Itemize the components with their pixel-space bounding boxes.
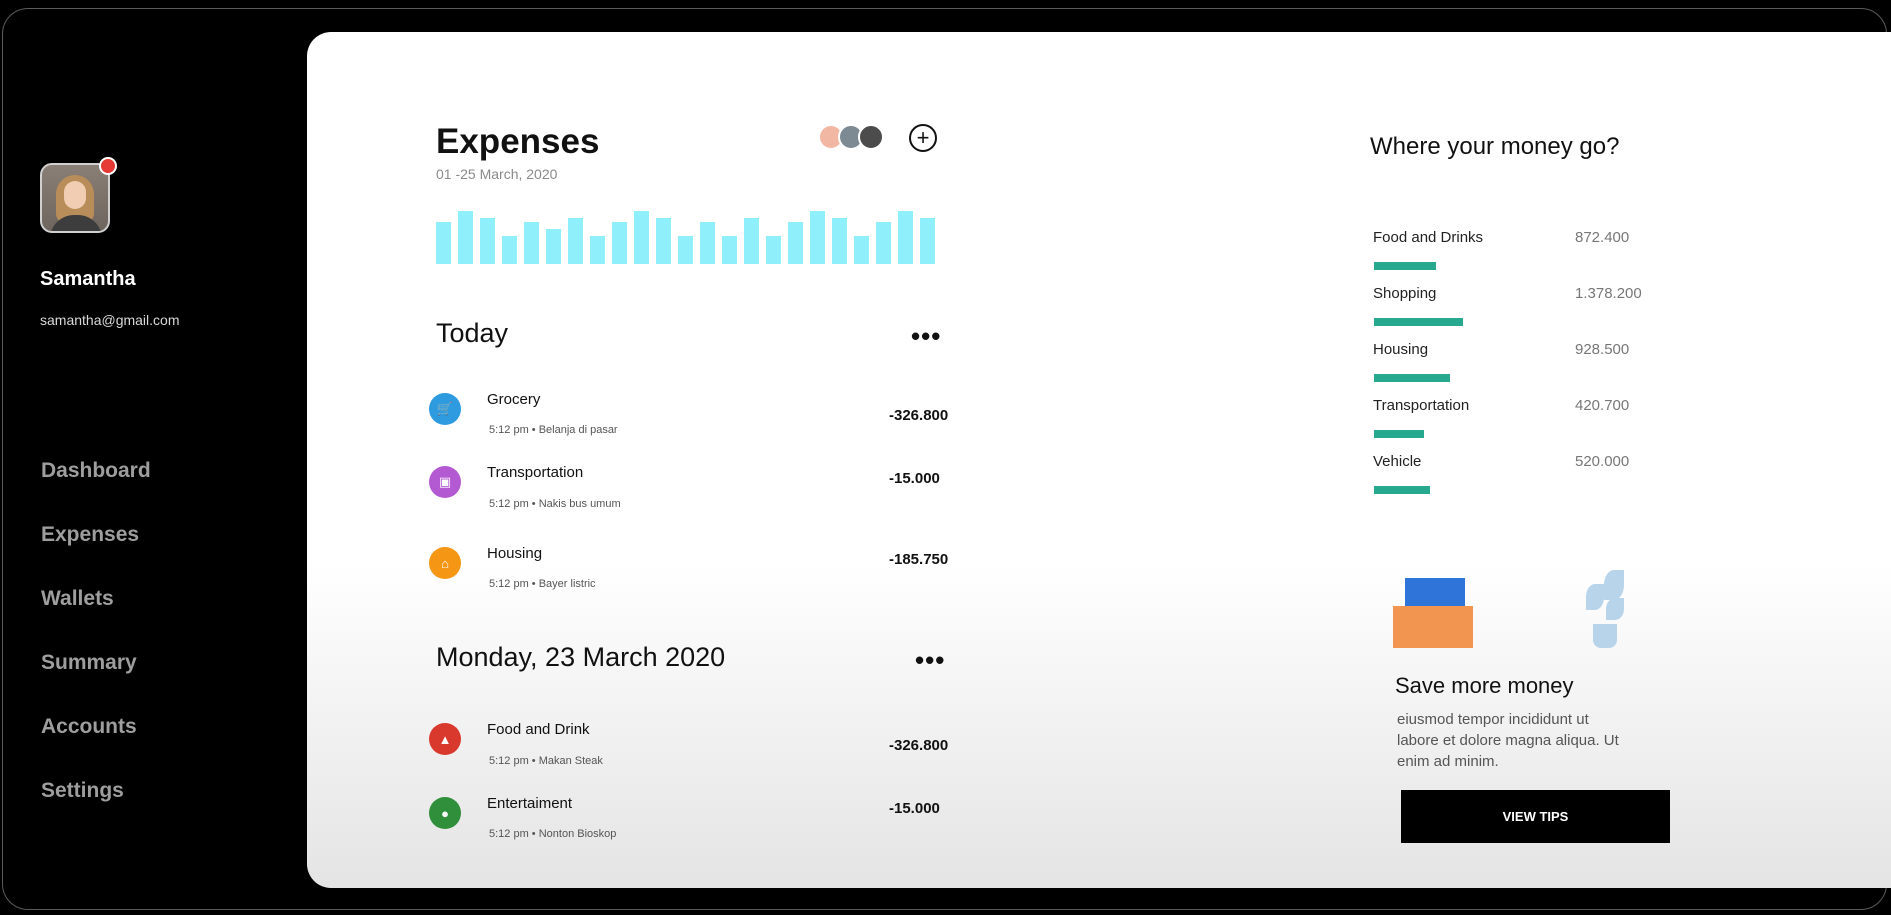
money-category-bar [1374, 430, 1424, 438]
expense-bar [502, 236, 517, 264]
expense-bar [920, 218, 935, 264]
txn-meta: 5:12 pm • Belanja di pasar [489, 424, 618, 436]
expense-bar [458, 211, 473, 264]
txn-amount: -15.000 [889, 470, 940, 487]
expense-bar [678, 236, 693, 264]
food-icon: ▲ [429, 723, 461, 755]
expense-bar [810, 211, 825, 264]
money-category-label: Housing [1373, 341, 1429, 358]
money-category-value: 1.378.200 [1575, 285, 1642, 302]
expense-bar [766, 236, 781, 264]
expense-bar [524, 222, 539, 264]
expense-bar [634, 211, 649, 264]
user-name: Samantha [40, 268, 136, 290]
txn-name[interactable]: Grocery [487, 391, 540, 408]
box-top [1405, 578, 1465, 608]
expense-bar [568, 218, 583, 264]
money-category-value: 520.000 [1575, 453, 1630, 470]
user-email: samantha@gmail.com [40, 312, 180, 328]
bus-icon: ▣ [429, 466, 461, 498]
box-bottom [1393, 606, 1473, 648]
txn-meta: 5:12 pm • Bayer listric [489, 578, 596, 590]
expense-bar [876, 222, 891, 264]
txn-amount: -15.000 [889, 800, 940, 817]
money-category-label: Transportation [1373, 397, 1470, 414]
money-category-value: 872.400 [1575, 229, 1630, 246]
date-range: 01 -25 March, 2020 [436, 166, 558, 182]
expense-bar [722, 236, 737, 264]
txn-amount: -326.800 [889, 407, 949, 424]
nav-accounts[interactable]: Accounts [41, 711, 151, 775]
money-category-value: 928.500 [1575, 341, 1630, 358]
money-category-value: 420.700 [1575, 397, 1630, 414]
leaf [1606, 598, 1624, 620]
more-options-icon[interactable]: ••• [915, 647, 945, 673]
txn-name[interactable]: Entertaiment [487, 795, 572, 812]
money-category-bar [1374, 318, 1463, 326]
expense-bar [788, 222, 803, 264]
sidebar-nav: Dashboard Expenses Wallets Summary Accou… [41, 455, 151, 839]
txn-amount: -326.800 [889, 737, 949, 754]
plus-circle-icon[interactable]: + [909, 124, 937, 152]
txn-meta: 5:12 pm • Nonton Bioskop [489, 828, 617, 840]
tips-title: Save more money [1395, 673, 1574, 698]
money-category-bar [1374, 262, 1436, 270]
money-category-label: Shopping [1373, 285, 1437, 302]
plant-illustration-icon [1578, 568, 1632, 650]
boxes-illustration-icon [1393, 578, 1473, 648]
txn-name[interactable]: Food and Drink [487, 721, 590, 738]
expense-bar [436, 222, 451, 264]
txn-amount: -185.750 [889, 551, 949, 568]
txn-meta: 5:12 pm • Makan Steak [489, 755, 603, 767]
group-title-today: Today [436, 318, 509, 348]
shared-users[interactable] [818, 124, 888, 152]
cart-icon: 🛒 [429, 393, 461, 425]
expense-bar [700, 222, 715, 264]
nav-expenses[interactable]: Expenses [41, 519, 151, 583]
play-icon: ● [429, 797, 461, 829]
expense-bar [590, 236, 605, 264]
nav-settings[interactable]: Settings [41, 775, 151, 839]
leaf [1586, 584, 1604, 610]
expense-bar-chart [436, 206, 938, 264]
expense-bar [480, 218, 495, 264]
more-options-icon[interactable]: ••• [911, 323, 941, 349]
txn-name[interactable]: Transportation [487, 464, 583, 481]
view-tips-button[interactable]: VIEW TIPS [1401, 790, 1670, 843]
expense-bar [898, 211, 913, 264]
money-category-label: Food and Drinks [1373, 229, 1484, 246]
expense-bar [612, 222, 627, 264]
expense-bar [854, 236, 869, 264]
money-category-label: Vehicle [1373, 453, 1422, 470]
money-breakdown-title: Where your money go? [1370, 133, 1620, 160]
pot [1593, 624, 1617, 648]
money-category-bar [1374, 486, 1430, 494]
notification-dot-icon[interactable] [99, 157, 117, 175]
txn-name[interactable]: Housing [487, 545, 542, 562]
home-icon: ⌂ [429, 547, 461, 579]
expense-bar [832, 218, 847, 264]
expense-bar [656, 218, 671, 264]
leaf [1604, 570, 1624, 600]
group-title-monday: Monday, 23 March 2020 [436, 642, 726, 672]
user-avatar-3 [858, 124, 884, 150]
nav-summary[interactable]: Summary [41, 647, 151, 711]
expense-bar [744, 218, 759, 264]
txn-meta: 5:12 pm • Nakis bus umum [489, 498, 621, 510]
page-title: Expenses [436, 122, 600, 161]
nav-dashboard[interactable]: Dashboard [41, 455, 151, 519]
avatar[interactable] [40, 163, 110, 233]
money-category-bar [1374, 374, 1450, 382]
avatar-face [64, 181, 86, 209]
expense-bar [546, 229, 561, 264]
nav-wallets[interactable]: Wallets [41, 583, 151, 647]
tips-body: eiusmod tempor incididunt ut labore et d… [1397, 711, 1619, 770]
